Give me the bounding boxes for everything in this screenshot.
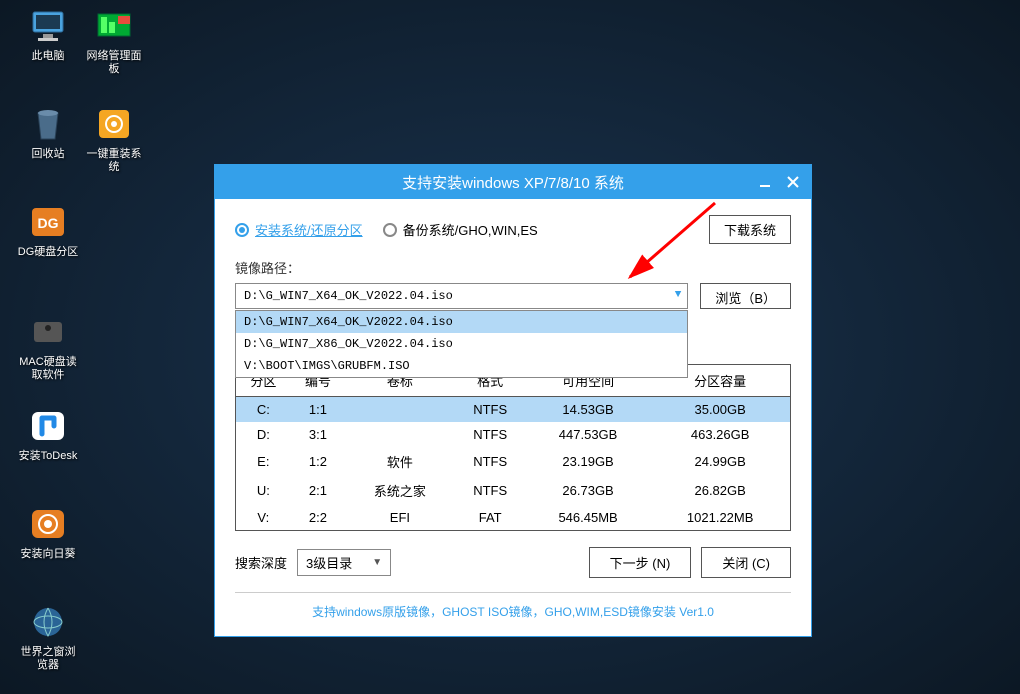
table-row[interactable]: V:2:2EFIFAT546.45MB1021.22MB [236, 505, 790, 530]
table-cell: 软件 [345, 447, 454, 476]
table-cell: 24.99GB [650, 447, 790, 476]
desktop-icon-dg-partition[interactable]: DG DG硬盘分区 [16, 202, 80, 259]
table-cell: 26.82GB [650, 476, 790, 505]
radio-label: 备份系统/GHO,WIN,ES [403, 220, 538, 239]
close-button[interactable] [783, 172, 803, 192]
desktop-icon-reinstall[interactable]: 一键重装系统 [82, 104, 146, 174]
download-system-button[interactable]: 下载系统 [709, 215, 791, 244]
search-depth-label: 搜索深度 [235, 553, 287, 572]
desktop-icon-sunflower[interactable]: 安装向日葵 [16, 504, 80, 561]
trash-icon [26, 104, 70, 144]
icon-label: 世界之窗浏览器 [16, 646, 80, 672]
chevron-down-icon[interactable]: ▼ [675, 289, 682, 301]
svg-text:DG: DG [38, 215, 59, 231]
image-path-combobox[interactable]: D:\G_WIN7_X64_OK_V2022.04.iso ▼ [235, 283, 688, 309]
table-cell: NTFS [455, 397, 526, 423]
table-cell: 1:1 [291, 397, 346, 423]
table-cell: NTFS [455, 422, 526, 447]
path-dropdown-list: D:\G_WIN7_X64_OK_V2022.04.iso D:\G_WIN7_… [235, 310, 688, 378]
search-depth-value: 3级目录 [306, 553, 352, 572]
table-cell: 系统之家 [345, 476, 454, 505]
table-cell: EFI [345, 505, 454, 530]
search-depth-select[interactable]: 3级目录 ▼ [297, 549, 391, 576]
desktop-icon-recycle-bin[interactable]: 回收站 [16, 104, 80, 161]
desktop-icon-mac-hdd[interactable]: MAC硬盘读取软件 [16, 312, 80, 382]
icon-label: 安装向日葵 [16, 548, 80, 561]
table-cell: 546.45MB [526, 505, 650, 530]
pc-icon [26, 6, 70, 46]
icon-label: 一键重装系统 [82, 148, 146, 174]
table-cell [345, 397, 454, 423]
desktop-icon-browser[interactable]: 世界之窗浏览器 [16, 602, 80, 672]
path-value: D:\G_WIN7_X64_OK_V2022.04.iso [244, 289, 453, 303]
icon-label: 回收站 [16, 148, 80, 161]
radio-label: 安装系统/还原分区 [255, 220, 363, 239]
installer-dialog: 支持安装windows XP/7/8/10 系统 安装系统/还原分区 备份系统/… [214, 164, 812, 637]
gear-box-icon [92, 104, 136, 144]
browse-button[interactable]: 浏览（B） [700, 283, 791, 309]
dg-icon: DG [26, 202, 70, 242]
sunflower-icon [26, 504, 70, 544]
icon-label: MAC硬盘读取软件 [16, 356, 80, 382]
table-cell: 14.53GB [526, 397, 650, 423]
table-cell: 1:2 [291, 447, 346, 476]
path-label: 镜像路径： [235, 258, 791, 277]
table-cell: 463.26GB [650, 422, 790, 447]
radio-backup[interactable]: 备份系统/GHO,WIN,ES [383, 220, 538, 239]
icon-label: 此电脑 [16, 50, 80, 63]
desktop-icon-todesk[interactable]: 安装ToDesk [16, 406, 80, 463]
close-dialog-button[interactable]: 关闭 (C) [701, 547, 791, 578]
table-cell: 23.19GB [526, 447, 650, 476]
chevron-down-icon: ▼ [372, 557, 382, 568]
dropdown-item[interactable]: D:\G_WIN7_X64_OK_V2022.04.iso [236, 311, 687, 333]
icon-label: DG硬盘分区 [16, 246, 80, 259]
table-row[interactable]: E:1:2软件NTFS23.19GB24.99GB [236, 447, 790, 476]
network-icon [92, 6, 136, 46]
table-cell: V: [236, 505, 291, 530]
table-cell: 447.53GB [526, 422, 650, 447]
radio-install-restore[interactable]: 安装系统/还原分区 [235, 220, 363, 239]
table-row[interactable]: U:2:1系统之家NTFS26.73GB26.82GB [236, 476, 790, 505]
table-row[interactable]: D:3:1 NTFS447.53GB463.26GB [236, 422, 790, 447]
table-cell: U: [236, 476, 291, 505]
minimize-button[interactable] [755, 172, 775, 192]
table-cell: NTFS [455, 476, 526, 505]
dropdown-item[interactable]: D:\G_WIN7_X86_OK_V2022.04.iso [236, 333, 687, 355]
table-cell: 1021.22MB [650, 505, 790, 530]
icon-label: 安装ToDesk [16, 450, 80, 463]
drive-icon [26, 312, 70, 352]
table-cell [345, 422, 454, 447]
table-cell: NTFS [455, 447, 526, 476]
table-cell: C: [236, 397, 291, 423]
radio-dot-icon [235, 223, 249, 237]
table-cell: 35.00GB [650, 397, 790, 423]
table-cell: 3:1 [291, 422, 346, 447]
todesk-icon [26, 406, 70, 446]
partition-table: 分区 编号 卷标 格式 可用空间 分区容量 C:1:1NTFS14.53GB35… [236, 365, 790, 530]
footer-text: 支持windows原版镜像，GHOST ISO镜像，GHO,WIM,ESD镜像安… [235, 592, 791, 624]
globe-icon [26, 602, 70, 642]
title-text: 支持安装windows XP/7/8/10 系统 [402, 172, 624, 193]
table-cell: 26.73GB [526, 476, 650, 505]
dropdown-item[interactable]: V:\BOOT\IMGS\GRUBFM.ISO [236, 355, 687, 377]
icon-label: 网络管理面板 [82, 50, 146, 76]
table-cell: 2:2 [291, 505, 346, 530]
next-button[interactable]: 下一步 (N) [589, 547, 692, 578]
radio-dot-icon [383, 223, 397, 237]
table-cell: 2:1 [291, 476, 346, 505]
desktop-icon-this-pc[interactable]: 此电脑 [16, 6, 80, 63]
table-cell: E: [236, 447, 291, 476]
titlebar[interactable]: 支持安装windows XP/7/8/10 系统 [215, 165, 811, 199]
table-cell: D: [236, 422, 291, 447]
desktop-icon-network-panel[interactable]: 网络管理面板 [82, 6, 146, 76]
table-cell: FAT [455, 505, 526, 530]
table-row[interactable]: C:1:1 NTFS14.53GB35.00GB [236, 397, 790, 423]
